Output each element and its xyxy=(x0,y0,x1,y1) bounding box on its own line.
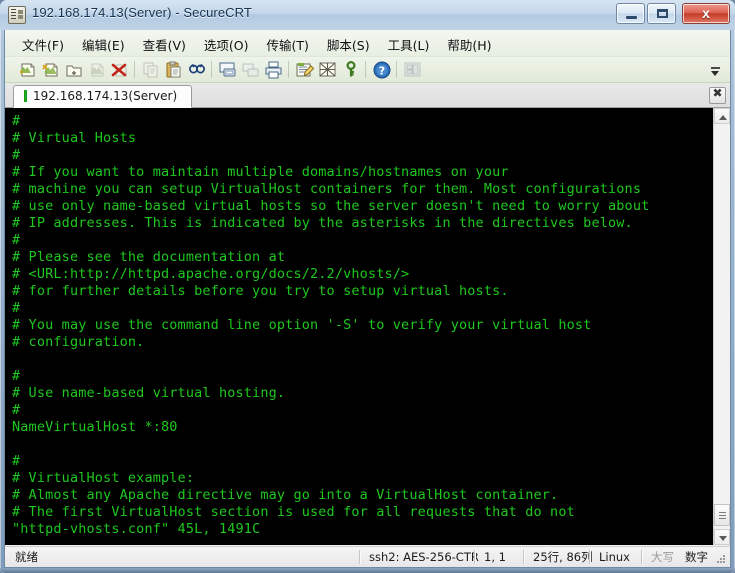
terminal-scrollbar[interactable] xyxy=(713,108,730,545)
close-icon: ✖ xyxy=(712,86,723,100)
minimize-button[interactable] xyxy=(616,3,645,24)
session-options-icon[interactable] xyxy=(295,60,315,80)
status-divider xyxy=(523,550,525,564)
window-bottom-edge xyxy=(0,568,735,573)
menu-file[interactable]: 文件(F) xyxy=(13,30,73,59)
menu-options[interactable]: 选项(O) xyxy=(195,30,258,59)
reconnect-icon xyxy=(87,60,107,80)
terminal-text: # # Virtual Hosts # # If you want to mai… xyxy=(12,113,650,537)
menu-help[interactable]: 帮助(H) xyxy=(438,30,500,59)
status-protocol: ssh2: AES-256-CTR xyxy=(369,550,479,564)
status-size: 25行, 86列 xyxy=(533,550,593,564)
status-num: 数字 xyxy=(685,550,708,564)
securecrt-window: 192.168.174.13(Server) - SecureCRT x 文件(… xyxy=(0,0,735,573)
status-caps: 大写 xyxy=(651,550,674,564)
close-icon: x xyxy=(702,5,710,21)
help-icon[interactable]: ? xyxy=(372,60,392,80)
securecrt-app-icon xyxy=(8,6,26,24)
toolbar-separator xyxy=(396,61,397,78)
menu-bar: 文件(F) 编辑(E) 查看(V) 选项(O) 传输(T) 脚本(S) 工具(L… xyxy=(5,30,730,57)
find-icon[interactable] xyxy=(187,60,207,80)
print-icon[interactable] xyxy=(264,60,284,80)
tab-strip: 192.168.174.13(Server) ✖ xyxy=(5,83,730,108)
scrollbar-thumb[interactable] xyxy=(714,504,730,526)
log-session-icon xyxy=(241,60,261,80)
menu-edit[interactable]: 编辑(E) xyxy=(73,30,134,59)
toggle-chat-icon[interactable] xyxy=(318,60,338,80)
tab-status-indicator xyxy=(24,90,27,102)
new-session-icon[interactable] xyxy=(18,60,38,80)
menu-transfer[interactable]: 传输(T) xyxy=(258,30,318,59)
maximize-button[interactable] xyxy=(647,3,676,24)
status-emulation: Linux xyxy=(599,550,630,564)
status-bar: 就绪 ssh2: AES-256-CTR 1, 1 25行, 86列 Linux… xyxy=(5,546,730,567)
terminal-screen[interactable]: # # Virtual Hosts # # If you want to mai… xyxy=(5,108,730,545)
status-ready: 就绪 xyxy=(15,550,38,564)
scroll-down-icon[interactable] xyxy=(714,529,730,545)
scroll-up-icon[interactable] xyxy=(714,108,730,124)
tool-bar: ? xyxy=(5,57,730,83)
toolbar-separator xyxy=(134,61,135,78)
tab-close-button[interactable]: ✖ xyxy=(709,86,726,104)
status-cursor: 1, 1 xyxy=(484,550,506,564)
resize-grip-icon[interactable] xyxy=(715,553,727,565)
title-bar[interactable]: 192.168.174.13(Server) - SecureCRT x xyxy=(0,0,735,30)
quick-connect-icon[interactable] xyxy=(41,60,61,80)
copy-icon xyxy=(141,60,161,80)
tile-windows-icon xyxy=(403,60,423,80)
toolbar-separator xyxy=(211,61,212,78)
menu-script[interactable]: 脚本(S) xyxy=(318,30,379,59)
tab-label: 192.168.174.13(Server) xyxy=(33,89,178,103)
toolbar-separator xyxy=(365,61,366,78)
toolbar-overflow-chevron[interactable] xyxy=(710,61,721,79)
status-divider xyxy=(589,550,591,564)
status-divider xyxy=(359,550,361,564)
new-tab-icon[interactable] xyxy=(64,60,84,80)
status-divider xyxy=(641,550,643,564)
client-area: 文件(F) 编辑(E) 查看(V) 选项(O) 传输(T) 脚本(S) 工具(L… xyxy=(4,30,731,568)
status-divider xyxy=(474,550,476,564)
toolbar-separator xyxy=(288,61,289,78)
tab-session-192-168-174-13[interactable]: 192.168.174.13(Server) xyxy=(13,85,193,108)
close-button[interactable]: x xyxy=(682,3,730,24)
menu-view[interactable]: 查看(V) xyxy=(134,30,195,59)
menu-tools[interactable]: 工具(L) xyxy=(379,30,439,59)
print-screen-icon[interactable] xyxy=(218,60,238,80)
window-title: 192.168.174.13(Server) - SecureCRT xyxy=(32,5,252,20)
key-icon[interactable] xyxy=(341,60,361,80)
svg-text:?: ? xyxy=(379,65,385,78)
paste-icon[interactable] xyxy=(164,60,184,80)
disconnect-icon[interactable] xyxy=(110,60,130,80)
